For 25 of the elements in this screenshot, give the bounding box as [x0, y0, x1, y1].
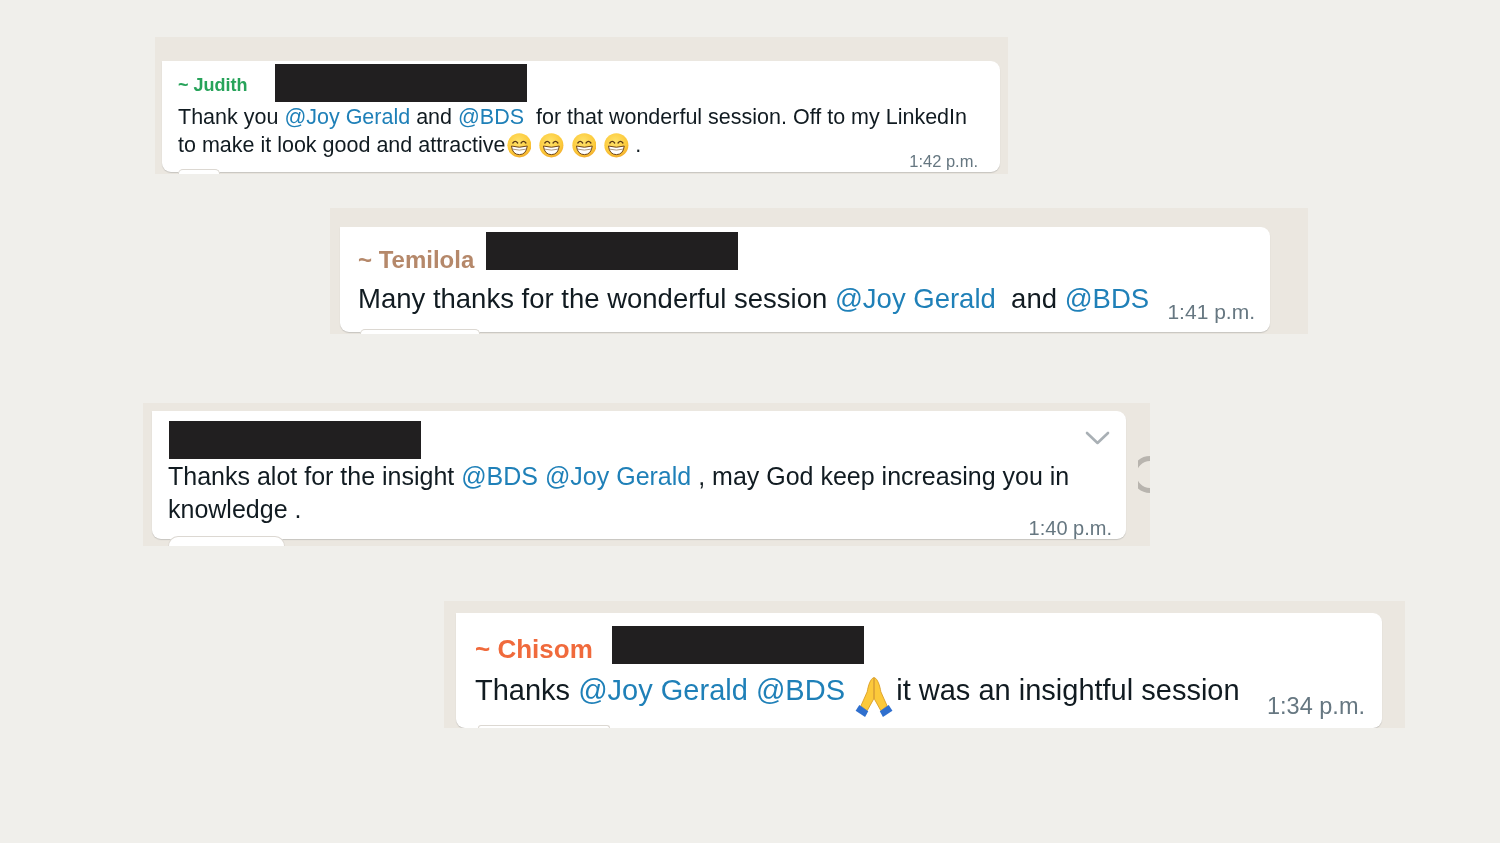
mention-link[interactable]: @BDS: [755, 673, 854, 706]
chevron-down-icon[interactable]: [1085, 431, 1110, 445]
mention-link[interactable]: @Joy Gerald: [834, 283, 996, 314]
message-text: Many thanks for the wonderful session @Joy Gerald and @BDS: [358, 282, 1150, 316]
ring-icon[interactable]: [1138, 456, 1150, 493]
reaction-pill[interactable]: [168, 536, 285, 546]
sender-name: ~ Chisom: [475, 633, 593, 666]
mention-link[interactable]: @Joy Gerald: [578, 673, 756, 706]
mention-link[interactable]: @Joy Gerald: [544, 461, 692, 490]
reaction-pill[interactable]: [360, 329, 480, 334]
mention-link[interactable]: @Joy Gerald: [284, 105, 411, 129]
grinning-face-emoji-icon: [571, 133, 597, 158]
grinning-face-emoji-icon: [539, 133, 564, 158]
grinning-face-emoji-icon: [604, 133, 629, 158]
sender-name: ~ Judith: [178, 74, 248, 97]
message-time: 1:40 p.m.: [1028, 517, 1112, 539]
message-time: 1:34 p.m.: [1267, 691, 1365, 720]
mention-link[interactable]: @BDS: [1064, 283, 1150, 314]
message-time: 1:41 p.m.: [1167, 299, 1255, 325]
grinning-face-emoji-icon: [506, 133, 532, 158]
mention-link[interactable]: @BDS: [458, 105, 525, 129]
mention-link[interactable]: @BDS: [461, 461, 545, 490]
sender-name: ~ Temilola: [358, 245, 475, 275]
message-text: Thanks @Joy Gerald @BDS it was an insightful session: [475, 670, 1240, 710]
reaction-pill[interactable]: [178, 169, 220, 174]
